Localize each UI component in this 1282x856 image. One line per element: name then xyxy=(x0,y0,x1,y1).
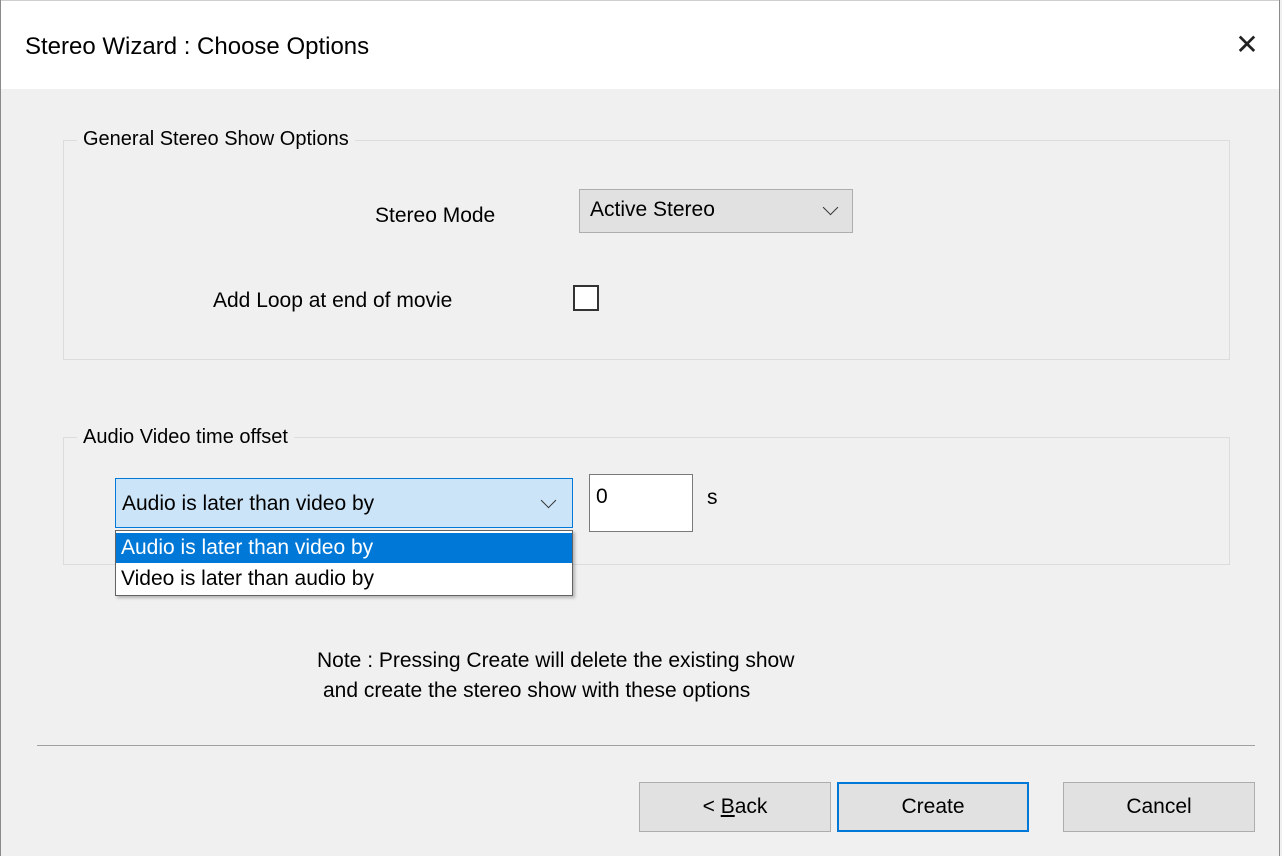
av-offset-group-label: Audio Video time offset xyxy=(77,426,294,449)
general-options-group-label: General Stereo Show Options xyxy=(77,128,355,151)
av-direction-select[interactable]: Audio is later than video by xyxy=(115,478,573,528)
offset-input[interactable]: 0 xyxy=(589,474,693,532)
dropdown-option-video-later[interactable]: Video is later than audio by xyxy=(116,564,572,594)
note-line-2: and create the stereo show with these op… xyxy=(323,679,751,702)
note-line-1: Note : Pressing Create will delete the e… xyxy=(317,649,795,672)
chevron-down-icon xyxy=(822,199,839,216)
add-loop-checkbox[interactable] xyxy=(573,285,599,311)
dialog-window: Stereo Wizard : Choose Options ✕ General… xyxy=(0,0,1280,856)
offset-value: 0 xyxy=(596,485,608,508)
dialog-title: Stereo Wizard : Choose Options xyxy=(25,33,370,60)
chevron-down-icon xyxy=(540,492,557,509)
general-options-group xyxy=(63,140,1230,360)
divider xyxy=(37,745,1255,746)
cancel-button[interactable]: Cancel xyxy=(1063,782,1255,832)
dropdown-option-audio-later[interactable]: Audio is later than video by xyxy=(116,533,572,563)
create-button[interactable]: Create xyxy=(837,782,1029,832)
stereo-mode-label: Stereo Mode xyxy=(375,204,496,227)
stereo-mode-value: Active Stereo xyxy=(590,198,715,221)
title-bar: Stereo Wizard : Choose Options ✕ xyxy=(1,0,1279,89)
cancel-button-label: Cancel xyxy=(1126,795,1192,818)
back-button-mnemonic: B xyxy=(720,795,735,818)
offset-unit-label: s xyxy=(707,486,718,509)
create-button-label: Create xyxy=(901,795,965,818)
back-button[interactable]: < Back xyxy=(639,782,831,832)
stereo-mode-select[interactable]: Active Stereo xyxy=(579,189,853,233)
back-button-prefix: < xyxy=(702,795,721,818)
close-icon[interactable]: ✕ xyxy=(1229,23,1265,65)
add-loop-label: Add Loop at end of movie xyxy=(213,289,453,312)
back-button-rest: ack xyxy=(734,795,768,818)
av-direction-dropdown-list: Audio is later than video by Video is la… xyxy=(115,530,573,596)
av-direction-value: Audio is later than video by xyxy=(122,492,375,515)
